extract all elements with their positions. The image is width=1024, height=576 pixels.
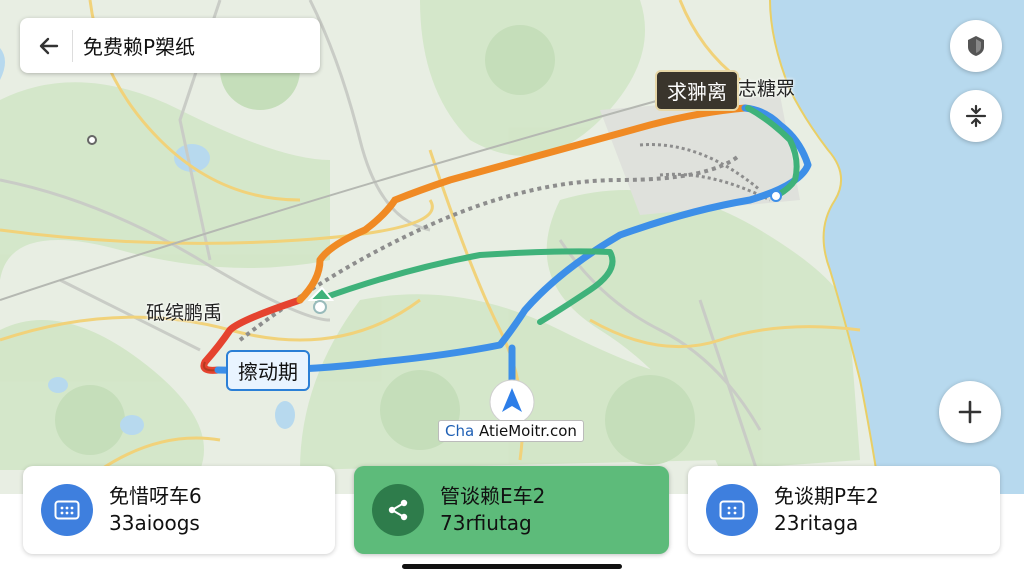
zoom-in-button[interactable] bbox=[939, 381, 1001, 443]
route-option-detail: 23ritaga bbox=[774, 511, 859, 535]
parking-icon-badge bbox=[706, 484, 758, 536]
route-label-orange[interactable]: 求翀离 bbox=[655, 70, 739, 111]
search-divider bbox=[72, 29, 73, 62]
share-icon-badge bbox=[372, 484, 424, 536]
back-button[interactable] bbox=[34, 31, 64, 61]
poi-dot bbox=[87, 135, 97, 145]
location-label-text: AtieMoitr.con bbox=[478, 422, 577, 440]
route-option-detail: 73rfiutag bbox=[440, 511, 532, 535]
route-option-card-2[interactable]: 管谈赖E车2 73rfiutag bbox=[354, 466, 669, 554]
map-label-city-east: 志糖眾 bbox=[738, 78, 796, 100]
back-arrow-icon bbox=[39, 37, 59, 54]
route-option-card-3[interactable]: 免谈期P车2 23ritaga bbox=[688, 466, 1000, 554]
parking-icon bbox=[54, 500, 80, 520]
route-option-title: 免谈期P车2 bbox=[774, 484, 879, 508]
route-option-title: 管谈赖E车2 bbox=[440, 484, 546, 508]
compress-arrows-icon bbox=[965, 104, 987, 128]
parking-icon bbox=[719, 500, 745, 520]
route-option-card-1[interactable]: 免惜呀车6 33aioogs bbox=[23, 466, 335, 554]
route-option-title: 免惜呀车6 bbox=[109, 484, 202, 508]
home-indicator[interactable] bbox=[402, 564, 622, 569]
waypoint-dot bbox=[313, 300, 327, 314]
parking-icon-badge bbox=[41, 484, 93, 536]
compress-view-button[interactable] bbox=[950, 90, 1002, 142]
map-label-city-west: 砥缤鹏禹 bbox=[146, 302, 223, 324]
share-icon bbox=[388, 499, 408, 521]
route-title: 免费赖P槊纸 bbox=[83, 35, 196, 59]
route-search-bar[interactable]: 免费赖P槊纸 bbox=[20, 18, 320, 73]
route-option-detail: 33aioogs bbox=[109, 511, 200, 535]
shield-icon bbox=[968, 36, 984, 56]
layers-button[interactable] bbox=[950, 20, 1002, 72]
plus-icon bbox=[958, 400, 982, 424]
location-label-prefix: Cha bbox=[445, 422, 475, 440]
destination-dot bbox=[770, 190, 782, 202]
route-label-blue[interactable]: 擦动期 bbox=[226, 350, 310, 391]
location-label: Cha AtieMoitr.con bbox=[438, 420, 584, 442]
